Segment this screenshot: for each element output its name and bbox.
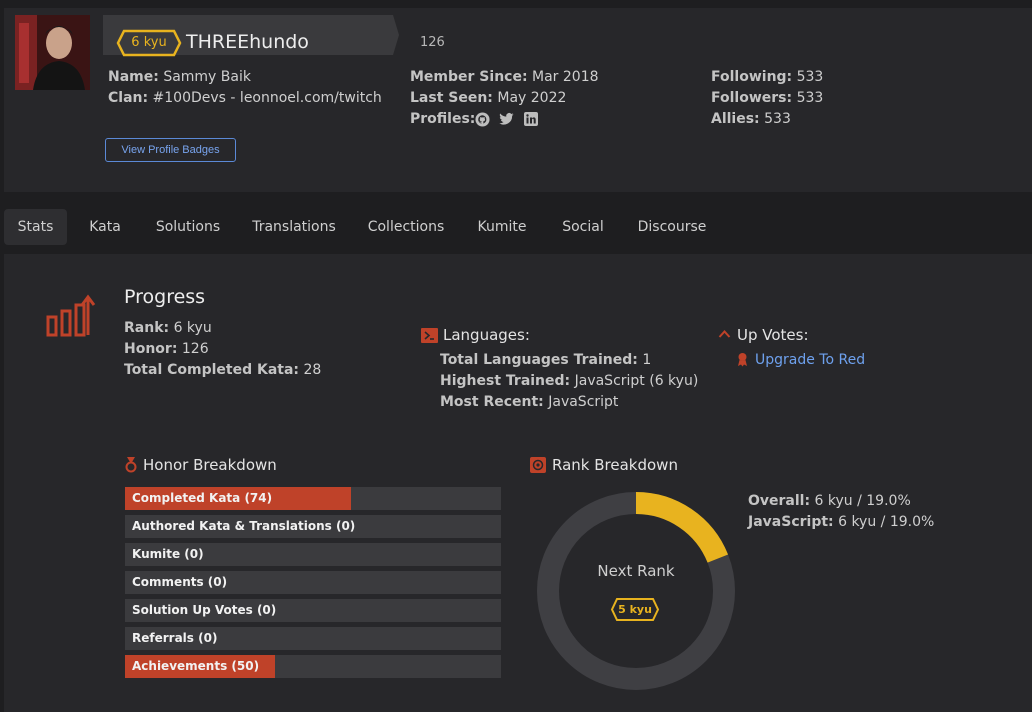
award-icon: [738, 353, 747, 367]
progress-rank-value: 6 kyu: [173, 320, 212, 336]
bar-label: Authored Kata & Translations (0): [132, 519, 356, 533]
rank-badge: 6 kyu: [131, 35, 167, 50]
clan-value: #100Devs - leonnoel.com/twitch: [152, 90, 382, 106]
bar-label: Completed Kata (74): [132, 491, 273, 505]
javascript-label: JavaScript:: [748, 514, 834, 530]
tab-translations[interactable]: Translations: [248, 209, 340, 245]
progress-completed-row: Total Completed Kata: 28: [124, 362, 321, 378]
rank-progress-donut: [537, 492, 735, 690]
next-rank-badge: 5 kyu: [618, 603, 652, 616]
tab-discourse[interactable]: Discourse: [634, 209, 710, 245]
honor-breakdown-title: Honor Breakdown: [143, 456, 277, 474]
chevron-up-icon: [718, 330, 731, 338]
javascript-rank-row: JavaScript: 6 kyu / 19.0%: [748, 514, 934, 530]
progress-chart-icon: [46, 294, 96, 337]
following-value: 533: [796, 69, 824, 85]
member-since-row: Member Since: Mar 2018: [410, 69, 599, 85]
name-value: Sammy Baik: [163, 69, 251, 85]
honor-bar-referrals: Referrals (0): [125, 627, 501, 650]
twitter-icon[interactable]: [499, 112, 514, 126]
progress-honor-label: Honor:: [124, 341, 178, 357]
avatar[interactable]: [15, 15, 90, 90]
name-label: Name:: [108, 69, 159, 85]
last-seen-row: Last Seen: May 2022: [410, 90, 566, 106]
languages-title: Languages:: [443, 326, 530, 344]
languages-recent-label: Most Recent:: [440, 394, 544, 410]
clan-row: Clan: #100Devs - leonnoel.com/twitch: [108, 90, 382, 106]
last-seen-label: Last Seen:: [410, 90, 493, 106]
tab-social[interactable]: Social: [555, 209, 611, 245]
tab-kumite[interactable]: Kumite: [472, 209, 532, 245]
donut-progress-arc: [635, 492, 729, 563]
terminal-icon: [421, 328, 438, 343]
bar-label: Referrals (0): [132, 631, 218, 645]
following-label: Following:: [711, 69, 793, 85]
following-row[interactable]: Following: 533: [711, 69, 823, 85]
progress-honor-value: 126: [181, 341, 209, 357]
progress-completed-label: Total Completed Kata:: [124, 362, 300, 378]
languages-highest-row: Highest Trained: JavaScript (6 kyu): [440, 373, 698, 389]
languages-recent-value: JavaScript: [548, 394, 619, 410]
rank-breakdown-title: Rank Breakdown: [552, 456, 678, 474]
last-seen-value: May 2022: [497, 90, 567, 106]
languages-highest-value: JavaScript (6 kyu): [574, 373, 699, 389]
tab-collections[interactable]: Collections: [362, 209, 450, 245]
allies-value: 533: [764, 111, 791, 127]
upgrade-to-red-link[interactable]: Upgrade To Red: [755, 352, 865, 368]
github-icon[interactable]: [475, 112, 490, 127]
honor-bar-comments: Comments (0): [125, 571, 501, 594]
followers-row[interactable]: Followers: 533: [711, 90, 823, 106]
view-profile-badges-button[interactable]: View Profile Badges: [105, 138, 236, 162]
profiles-label: Profiles:: [410, 111, 476, 127]
bar-label: Solution Up Votes (0): [132, 603, 277, 617]
bar-label: Achievements (50): [132, 659, 260, 673]
honor-bar-achievements: Achievements (50): [125, 655, 501, 678]
languages-highest-label: Highest Trained:: [440, 373, 571, 389]
progress-rank-row: Rank: 6 kyu: [124, 320, 212, 336]
name-row: Name: Sammy Baik: [108, 69, 251, 85]
bar-label: Comments (0): [132, 575, 228, 589]
overall-label: Overall:: [748, 493, 811, 509]
overall-value: 6 kyu / 19.0%: [814, 493, 911, 509]
bar-label: Kumite (0): [132, 547, 204, 561]
allies-label: Allies:: [711, 111, 760, 127]
profiles-row: Profiles:: [410, 111, 475, 127]
progress-title: Progress: [124, 286, 206, 308]
overall-rank-row: Overall: 6 kyu / 19.0%: [748, 493, 911, 509]
progress-rank-label: Rank:: [124, 320, 170, 336]
followers-label: Followers:: [711, 90, 793, 106]
medal-icon: [125, 457, 137, 473]
followers-value: 533: [796, 90, 824, 106]
honor-bar-solution-upvotes: Solution Up Votes (0): [125, 599, 501, 622]
languages-total-value: 1: [642, 352, 652, 368]
username: THREEhundo: [186, 31, 309, 53]
progress-completed-value: 28: [303, 362, 322, 378]
linkedin-icon[interactable]: [524, 112, 538, 126]
member-since-value: Mar 2018: [532, 69, 599, 85]
honor-bar-completed-kata: Completed Kata (74): [125, 487, 501, 510]
tab-kata[interactable]: Kata: [80, 209, 130, 245]
tab-stats[interactable]: Stats: [4, 209, 67, 245]
tab-solutions[interactable]: Solutions: [150, 209, 226, 245]
languages-recent-row: Most Recent: JavaScript: [440, 394, 618, 410]
target-icon: [530, 457, 546, 473]
member-since-label: Member Since:: [410, 69, 528, 85]
allies-row[interactable]: Allies: 533: [711, 111, 791, 127]
honor-score: 126: [420, 35, 445, 50]
honor-bar-authored-kata: Authored Kata & Translations (0): [125, 515, 501, 538]
honor-bar-kumite: Kumite (0): [125, 543, 501, 566]
clan-label: Clan:: [108, 90, 149, 106]
javascript-value: 6 kyu / 19.0%: [838, 514, 935, 530]
languages-total-row: Total Languages Trained: 1: [440, 352, 651, 368]
languages-total-label: Total Languages Trained:: [440, 352, 638, 368]
progress-honor-row: Honor: 126: [124, 341, 209, 357]
next-rank-label: Next Rank: [597, 562, 675, 580]
upvotes-title: Up Votes:: [737, 326, 809, 344]
